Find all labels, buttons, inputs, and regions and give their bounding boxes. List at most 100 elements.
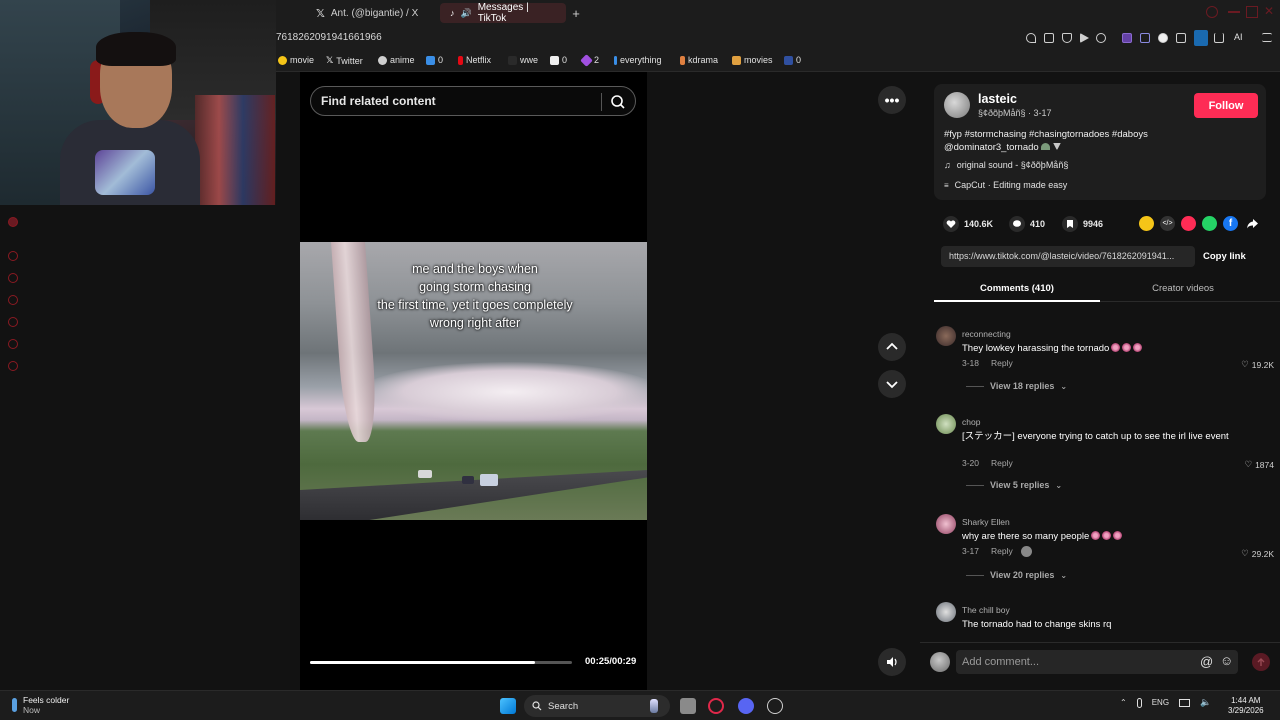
mention-icon[interactable]: @: [1200, 654, 1213, 669]
bookmark-gem[interactable]: 2: [580, 53, 599, 67]
discord-icon[interactable]: [738, 698, 754, 714]
search-icon[interactable]: [609, 93, 627, 111]
avatar[interactable]: [936, 326, 956, 346]
share-coin-icon[interactable]: [1139, 216, 1154, 231]
sound-row[interactable]: ♫ original sound - §¢ðõþMåñ§: [944, 160, 1068, 170]
sidebar-icon-3[interactable]: [8, 273, 18, 283]
sidebar-icon-2[interactable]: [8, 251, 18, 261]
copy-link-button[interactable]: Copy link: [1203, 251, 1246, 262]
bookmark-movie[interactable]: movie: [278, 55, 314, 65]
taskbar-clock[interactable]: 1:44 AM 3/29/2026: [1228, 696, 1264, 716]
avatar[interactable]: [936, 414, 956, 434]
avatar[interactable]: [936, 514, 956, 534]
view-replies-button[interactable]: View 5 replies ⌄: [966, 480, 1062, 490]
comment-like-button[interactable]: ♡ 19.2K: [1241, 359, 1274, 370]
screenshot-icon[interactable]: [1044, 33, 1054, 43]
video-frame[interactable]: me and the boys when going storm chasing…: [300, 242, 647, 520]
microphone-icon[interactable]: [1136, 697, 1142, 708]
app-icon[interactable]: [767, 698, 783, 714]
close-icon[interactable]: ✕: [1264, 5, 1276, 18]
related-search-bar[interactable]: [310, 86, 636, 116]
emoji-picker-icon[interactable]: ☺: [1220, 653, 1233, 668]
bookmark-netflix[interactable]: Netflix: [458, 55, 491, 65]
extension-audio-icon[interactable]: [1140, 33, 1150, 43]
address-bar[interactable]: 7618262091941661966 AI: [276, 26, 1280, 50]
heart-icon[interactable]: [1096, 33, 1106, 43]
embed-icon[interactable]: </>: [1160, 216, 1175, 231]
amazon-icon[interactable]: [1194, 30, 1208, 46]
puzzle-icon[interactable]: [1176, 33, 1186, 43]
bookmark-app[interactable]: 0: [426, 55, 443, 65]
volume-button[interactable]: [878, 648, 906, 676]
comment-like-button[interactable]: ♡ 1874: [1244, 459, 1274, 470]
search-input[interactable]: [321, 94, 591, 108]
comment-input[interactable]: [956, 650, 1238, 674]
weather-widget[interactable]: Feels colder Now: [12, 695, 69, 715]
play-icon[interactable]: [1080, 33, 1089, 43]
whatsapp-icon[interactable]: [1202, 216, 1217, 231]
tab-x[interactable]: 𝕏 Ant. (@bigantie) / X: [306, 3, 436, 23]
next-video-button[interactable]: [878, 370, 906, 398]
menu-icon[interactable]: [1262, 33, 1272, 42]
tab-tiktok[interactable]: ♪ 🔊 Messages | TikTok: [440, 2, 566, 24]
sidebar-icon-1[interactable]: [8, 217, 18, 227]
video-progress-bar[interactable]: [310, 661, 572, 664]
bookmark-doc[interactable]: 0: [550, 55, 567, 65]
opera-gx-icon[interactable]: [708, 698, 724, 714]
chevron-up-icon: [886, 342, 898, 350]
previous-video-button[interactable]: [878, 333, 906, 361]
download-icon[interactable]: [1214, 33, 1224, 43]
save-button[interactable]: 9946: [1062, 216, 1103, 232]
post-comment-button[interactable]: [1252, 653, 1270, 671]
reply-button[interactable]: Reply: [991, 358, 1013, 368]
view-replies-button[interactable]: View 18 replies ⌄: [966, 381, 1067, 391]
follow-button[interactable]: Follow: [1194, 93, 1258, 118]
volume-icon[interactable]: 🔈: [1200, 697, 1211, 708]
comment-button[interactable]: 410: [1009, 216, 1045, 232]
avatar[interactable]: [936, 602, 956, 622]
file-explorer-icon[interactable]: [680, 698, 696, 714]
taskbar-search[interactable]: Search: [524, 695, 670, 717]
bookmark-flag[interactable]: 0: [784, 55, 801, 65]
share-arrow-icon[interactable]: [1245, 216, 1260, 231]
emoji-icon: [1133, 343, 1143, 352]
view-replies-button[interactable]: View 20 replies ⌄: [966, 570, 1067, 580]
ai-icon[interactable]: AI: [1234, 32, 1243, 42]
tab-creator-videos[interactable]: Creator videos: [1100, 278, 1266, 302]
chevron-up-icon[interactable]: ⌃: [1120, 698, 1127, 707]
url-text[interactable]: 7618262091941661966: [276, 32, 382, 43]
bookmark-everything[interactable]: everything: [614, 55, 662, 65]
bookmark-movies[interactable]: movies: [732, 55, 773, 65]
bookmark-anime[interactable]: anime: [378, 55, 415, 65]
reply-button[interactable]: Reply: [991, 546, 1013, 557]
more-options-button[interactable]: •••: [878, 86, 906, 114]
capcut-row[interactable]: ≡ CapCut · Editing made easy: [944, 180, 1067, 190]
search-tabs-icon[interactable]: [1206, 6, 1218, 18]
like-button[interactable]: 140.6K: [943, 216, 993, 232]
sidebar-icon-6[interactable]: [8, 339, 18, 349]
maximize-icon[interactable]: [1246, 6, 1258, 18]
minimize-icon[interactable]: [1228, 11, 1240, 13]
bookmark-kdrama[interactable]: kdrama: [680, 55, 718, 65]
shield-icon[interactable]: [1062, 33, 1072, 43]
video-link[interactable]: https://www.tiktok.com/@lasteic/video/76…: [941, 246, 1195, 267]
language-indicator[interactable]: ENG: [1152, 698, 1169, 707]
reply-button[interactable]: Reply: [991, 458, 1013, 468]
twitch-icon[interactable]: [1122, 33, 1132, 43]
tab-comments[interactable]: Comments (410): [934, 278, 1100, 302]
sidebar-icon-7[interactable]: [8, 361, 18, 371]
pin-icon[interactable]: [1026, 33, 1036, 43]
network-icon[interactable]: [1179, 698, 1191, 707]
s-extension-icon[interactable]: [1158, 33, 1168, 43]
sidebar-icon-4[interactable]: [8, 295, 18, 305]
new-tab-button[interactable]: +: [566, 3, 586, 23]
facebook-icon[interactable]: f: [1223, 216, 1238, 231]
bookmark-wwe[interactable]: wwe: [508, 55, 538, 65]
start-menu-icon[interactable]: [500, 698, 516, 714]
avatar[interactable]: [944, 92, 970, 118]
creator-username[interactable]: lasteic: [978, 92, 1017, 106]
bookmark-twitter[interactable]: 𝕏 Twitter: [326, 55, 363, 66]
sidebar-icon-5[interactable]: [8, 317, 18, 327]
comment-like-button[interactable]: ♡ 29.2K: [1241, 548, 1274, 559]
share-send-icon[interactable]: [1181, 216, 1196, 231]
